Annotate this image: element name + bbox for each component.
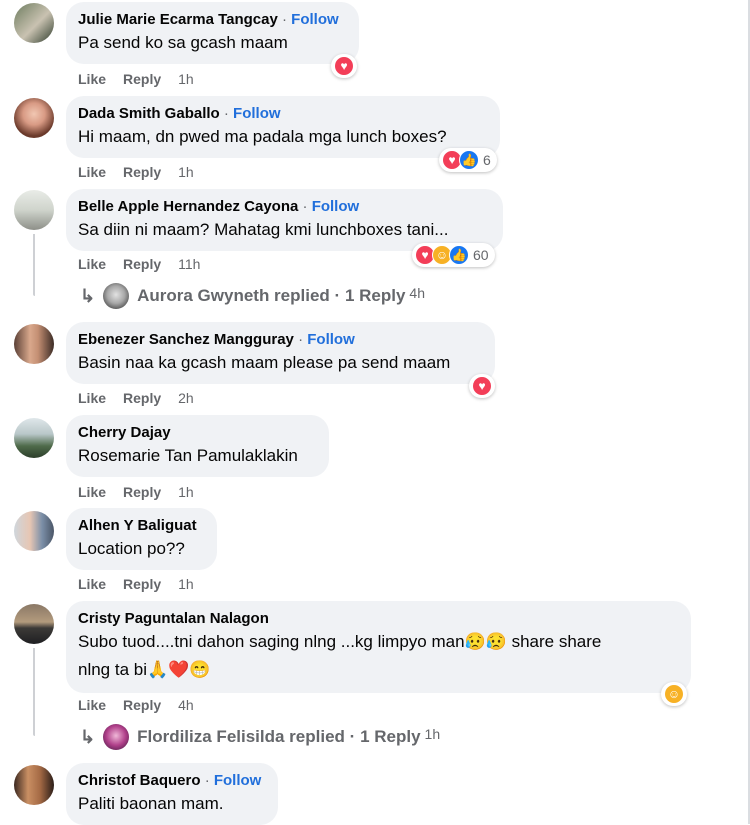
heart-reaction-icon: ♥ [334, 56, 354, 76]
comment-timestamp[interactable]: 2h [178, 389, 194, 407]
comment-actions: Like Reply 2h [78, 389, 194, 407]
thread-line [33, 648, 35, 736]
thumbs-up-reaction-icon: 👍 [459, 150, 479, 170]
reaction-summary[interactable]: ♥ 👍 6 [439, 148, 497, 172]
comment-timestamp[interactable]: 1h [178, 575, 194, 593]
avatar[interactable] [14, 511, 54, 551]
commenter-name[interactable]: Ebenezer Sanchez Mangguray [78, 331, 294, 348]
follow-button[interactable]: Follow [233, 105, 281, 122]
reaction-count: 60 [473, 247, 489, 263]
avatar[interactable] [14, 765, 54, 805]
reaction-summary[interactable]: ♥ ☺ 👍 60 [412, 243, 495, 267]
comment-bubble: Cherry Dajay Rosemarie Tan Pamulaklakin [66, 415, 329, 477]
comment-text: Basin naa ka gcash maam please pa send m… [78, 353, 451, 372]
reply-button[interactable]: Reply [123, 483, 161, 501]
separator-dot: · [204, 772, 210, 789]
comment-actions: Like Reply 1h [78, 70, 194, 88]
like-button[interactable]: Like [78, 483, 106, 501]
reaction-summary[interactable]: ☺ [661, 682, 687, 706]
separator-dot: · [302, 198, 308, 215]
separator-dot: · [334, 286, 341, 305]
comment-bubble: Julie Marie Ecarma Tangcay · Follow Pa s… [66, 2, 359, 64]
comment-text: Hi maam, dn pwed ma padala mga lunch box… [78, 127, 447, 146]
reaction-count: 6 [483, 152, 491, 168]
replier-name: Flordiliza Felisilda replied [137, 727, 345, 746]
comment-bubble: Ebenezer Sanchez Mangguray · Follow Basi… [66, 322, 495, 384]
comment-timestamp[interactable]: 11h [178, 255, 200, 273]
comment-bubble: Christof Baquero · Follow Paliti baonan … [66, 763, 278, 825]
reply-arrow-icon: ↳ [80, 285, 96, 306]
comment-timestamp[interactable]: 1h [178, 483, 194, 501]
comment-timestamp[interactable]: 1h [178, 70, 194, 88]
like-button[interactable]: Like [78, 696, 106, 714]
reply-button[interactable]: Reply [123, 163, 161, 181]
separator-dot: · [349, 727, 356, 746]
heart-reaction-icon: ♥ [472, 376, 492, 396]
reaction-summary[interactable]: ♥ [331, 54, 357, 78]
comment-actions: Like Reply 4h [78, 696, 194, 714]
replier-avatar [103, 283, 130, 309]
comment-bubble: Belle Apple Hernandez Cayona · Follow Sa… [66, 189, 503, 251]
commenter-name[interactable]: Alhen Y Baliguat [78, 517, 197, 534]
comment-text: Paliti baonan mam. [78, 794, 224, 813]
comment-timestamp[interactable]: 4h [178, 696, 194, 714]
follow-button[interactable]: Follow [214, 772, 262, 789]
comment-actions: Like Reply 1h [78, 163, 194, 181]
like-button[interactable]: Like [78, 575, 106, 593]
comment-actions: Like Reply 11h [78, 255, 200, 273]
avatar[interactable] [14, 604, 54, 644]
view-replies-link[interactable]: ↳ Flordiliza Felisilda replied · 1 Reply… [80, 724, 440, 750]
separator-dot: · [298, 331, 304, 348]
comment-timestamp[interactable]: 1h [178, 163, 194, 181]
comment-bubble: Dada Smith Gaballo · Follow Hi maam, dn … [66, 96, 500, 158]
comment-text: Rosemarie Tan Pamulaklakin [78, 446, 298, 465]
like-button[interactable]: Like [78, 255, 106, 273]
like-button[interactable]: Like [78, 389, 106, 407]
reply-count: 1 Reply [360, 727, 421, 746]
reply-button[interactable]: Reply [123, 389, 161, 407]
replier-name: Aurora Gwyneth replied [137, 286, 330, 305]
reaction-summary[interactable]: ♥ [469, 374, 495, 398]
commenter-name[interactable]: Cherry Dajay [78, 424, 171, 441]
comment-text: Pa send ko sa gcash maam [78, 33, 288, 52]
care-reaction-icon: ☺ [664, 684, 684, 704]
commenter-name[interactable]: Christof Baquero [78, 772, 201, 789]
comment-text: Subo tuod....tni dahon saging nlng ...kg… [78, 632, 602, 651]
reply-button[interactable]: Reply [123, 70, 161, 88]
avatar[interactable] [14, 418, 54, 458]
avatar[interactable] [14, 324, 54, 364]
reply-button[interactable]: Reply [123, 696, 161, 714]
avatar[interactable] [14, 190, 54, 230]
comment-text: Location po?? [78, 539, 185, 558]
thumbs-up-reaction-icon: 👍 [449, 245, 469, 265]
reply-button[interactable]: Reply [123, 255, 161, 273]
commenter-name[interactable]: Julie Marie Ecarma Tangcay [78, 11, 278, 28]
reply-timestamp: 1h [424, 726, 441, 742]
replier-avatar [103, 724, 130, 750]
avatar[interactable] [14, 3, 54, 43]
separator-dot: · [282, 11, 287, 28]
thread-line [33, 234, 35, 296]
like-button[interactable]: Like [78, 163, 106, 181]
separator-dot: · [223, 105, 229, 122]
reply-timestamp: 4h [409, 285, 425, 301]
comment-bubble: Cristy Paguntalan Nalagon Subo tuod....t… [66, 601, 691, 693]
follow-button[interactable]: Follow [291, 11, 339, 28]
comment-text: Sa diin ni maam? Mahatag kmi lunchboxes … [78, 220, 449, 239]
follow-button[interactable]: Follow [307, 331, 355, 348]
view-replies-link[interactable]: ↳ Aurora Gwyneth replied · 1 Reply 4h [80, 283, 425, 309]
follow-button[interactable]: Follow [312, 198, 360, 215]
reply-arrow-icon: ↳ [80, 726, 96, 747]
commenter-name[interactable]: Cristy Paguntalan Nalagon [78, 610, 269, 627]
comment-bubble: Alhen Y Baliguat Location po?? [66, 508, 217, 570]
reply-count: 1 Reply [344, 286, 406, 305]
reply-button[interactable]: Reply [123, 575, 161, 593]
comment-actions: Like Reply 1h [78, 575, 194, 593]
commenter-name[interactable]: Dada Smith Gaballo [78, 105, 220, 122]
comment-text-line-2: nlng ta bi🙏❤️😁 [78, 660, 211, 679]
commenter-name[interactable]: Belle Apple Hernandez Cayona [78, 198, 298, 215]
comment-actions: Like Reply 1h [78, 483, 194, 501]
like-button[interactable]: Like [78, 70, 106, 88]
avatar[interactable] [14, 98, 54, 138]
